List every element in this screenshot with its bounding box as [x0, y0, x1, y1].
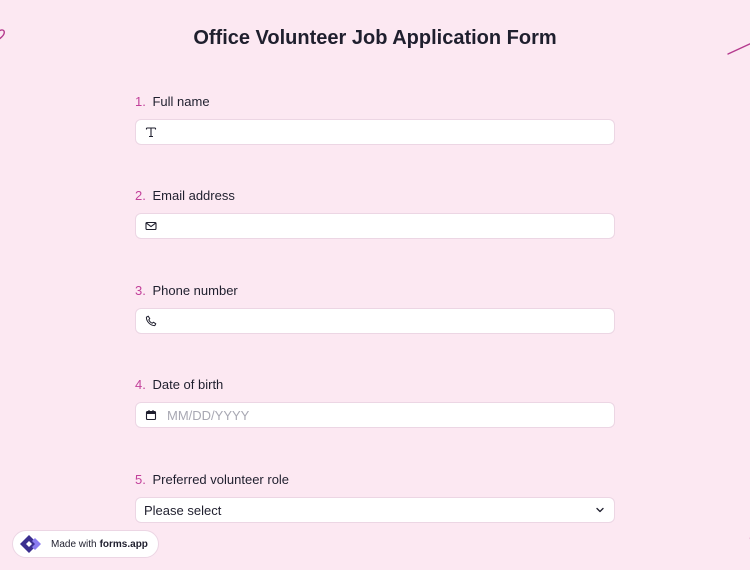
- question-number: 5.: [135, 472, 146, 487]
- date-placeholder: MM/DD/YYYY: [167, 407, 250, 423]
- full-name-input[interactable]: [135, 119, 615, 145]
- made-with-badge[interactable]: Made with forms.app: [12, 530, 159, 558]
- question-text: Preferred volunteer role: [152, 472, 290, 487]
- question-number: 1.: [135, 94, 146, 109]
- date-of-birth-input[interactable]: MM/DD/YYYY: [135, 402, 615, 428]
- question-number: 2.: [135, 188, 146, 203]
- mail-icon: [144, 220, 157, 233]
- chevron-down-icon: [596, 507, 604, 513]
- question-text: Email address: [152, 188, 235, 203]
- form-page: Office Volunteer Job Application Form 1.…: [0, 0, 750, 570]
- decorative-curve-icon: [749, 536, 750, 540]
- question-label: 5. Preferred volunteer role: [135, 471, 615, 489]
- badge-prefix: Made with: [51, 538, 97, 550]
- question-date-of-birth: 4. Date of birth MM/DD/YYYY: [135, 376, 615, 428]
- phone-icon: [144, 315, 157, 328]
- question-email: 2. Email address: [135, 187, 615, 239]
- email-input[interactable]: [135, 213, 615, 239]
- question-number: 4.: [135, 377, 146, 392]
- question-preferred-role: 5. Preferred volunteer role Please selec…: [135, 471, 615, 523]
- question-number: 3.: [135, 283, 146, 298]
- question-label: 2. Email address: [135, 187, 615, 205]
- question-text: Full name: [152, 94, 210, 109]
- question-text: Date of birth: [152, 377, 224, 392]
- question-label: 1. Full name: [135, 93, 615, 111]
- form-title: Office Volunteer Job Application Form: [193, 27, 557, 49]
- calendar-icon: [144, 409, 157, 422]
- select-value: Please select: [144, 502, 222, 518]
- phone-input[interactable]: [135, 308, 615, 334]
- question-full-name: 1. Full name: [135, 93, 615, 145]
- text-icon: [144, 126, 157, 139]
- preferred-role-select[interactable]: Please select: [135, 497, 615, 523]
- question-label: 3. Phone number: [135, 282, 615, 300]
- question-text: Phone number: [152, 283, 238, 298]
- badge-brand: forms.app: [99, 538, 148, 550]
- question-label: 4. Date of birth: [135, 376, 615, 394]
- question-phone: 3. Phone number: [135, 282, 615, 334]
- forms-app-logo-icon: [20, 535, 41, 553]
